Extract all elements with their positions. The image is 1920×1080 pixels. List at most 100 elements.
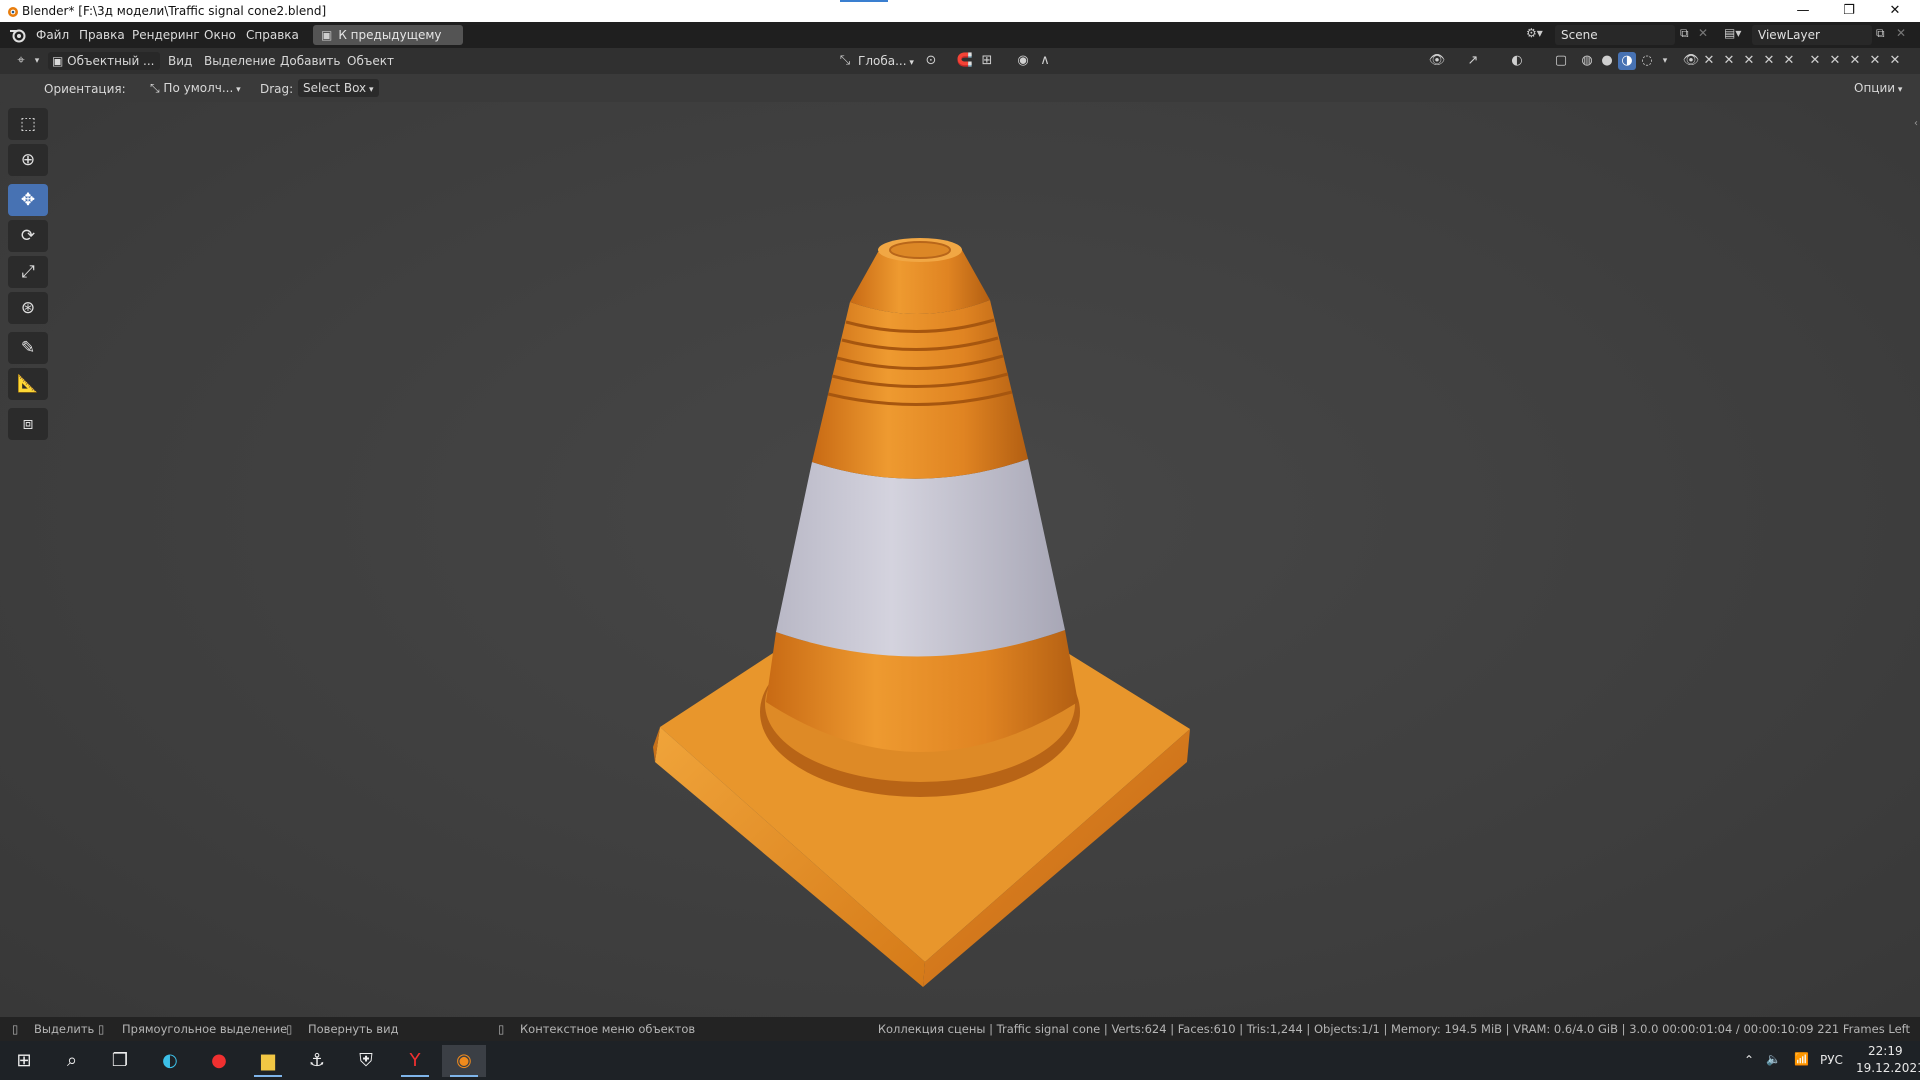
restrict-toggle-icon-10[interactable]: ✕ [1886, 52, 1904, 70]
folder-icon: ▆ [261, 1050, 275, 1071]
edge-taskbar-button[interactable]: ◐ [148, 1045, 192, 1077]
drag-mode-dropdown[interactable]: Select Box ▾ [298, 79, 379, 97]
tanks-taskbar-button[interactable]: ⛨ [344, 1045, 388, 1077]
tool-settings-header: Ориентация: ⤡ По умолч... ▾ Drag: Select… [0, 74, 1920, 102]
scene-selector-icon[interactable]: ⚙▾ [1526, 26, 1543, 40]
object-mode-icon: ▣ [52, 54, 64, 68]
move-icon: ✥ [20, 190, 36, 210]
measure-icon: 📐 [17, 374, 39, 394]
status-bar: ▯ Выделить ▯ Прямоугольное выделение ▯ П… [0, 1017, 1920, 1041]
blender-menu-icon[interactable] [9, 27, 27, 43]
start-button[interactable]: ⊞ [2, 1045, 46, 1077]
add-cube-tool[interactable]: ⧈ [8, 408, 48, 440]
restrict-toggle-icon-2[interactable]: ✕ [1720, 52, 1738, 70]
windows-logo-icon: ⊞ [16, 1050, 32, 1071]
3d-viewport[interactable]: ⬚ ⊕ ✥ ⟳ ⤢ ⊛ ✎ 📐 ⧈ ‹ [0, 102, 1920, 1017]
status-rotate-view: Повернуть вид [308, 1022, 399, 1036]
search-button[interactable]: ⌕ [50, 1045, 94, 1077]
minimize-button[interactable]: — [1780, 0, 1826, 22]
status-select: Выделить [34, 1022, 95, 1036]
mouse-right-icon: ▯ [498, 1022, 505, 1036]
viewlayer-selector-icon[interactable]: ▤▾ [1724, 26, 1741, 40]
close-button[interactable]: ✕ [1872, 0, 1918, 22]
move-tool[interactable]: ✥ [8, 184, 48, 216]
clock-time[interactable]: 22:19 [1868, 1044, 1903, 1058]
menu-select[interactable]: Выделение [204, 52, 275, 70]
wireframe-shading-icon[interactable]: ◍ [1578, 52, 1596, 70]
menu-view[interactable]: Вид [168, 52, 192, 70]
menu-add[interactable]: Добавить [280, 52, 340, 70]
snap-toggle-icon[interactable]: 🧲 [956, 52, 974, 70]
falloff-curve-icon[interactable]: ∧ [1036, 52, 1054, 70]
mode-dropdown[interactable]: ▣ Объектный ... ▾ [48, 52, 160, 88]
restrict-toggle-icon-5[interactable]: ✕ [1780, 52, 1798, 70]
restrict-toggle-icon-3[interactable]: ✕ [1740, 52, 1758, 70]
select-box-tool[interactable]: ⬚ [8, 108, 48, 140]
transform-orientation-dropdown[interactable]: Глоба... ▾ [858, 52, 914, 70]
delete-scene-icon[interactable]: ✕ [1698, 26, 1708, 40]
file-explorer-taskbar-button[interactable]: ▆ [246, 1045, 290, 1077]
scene-statistics: Коллекция сцены | Traffic signal cone | … [877, 1022, 1910, 1036]
restrict-toggle-icon-1[interactable]: ✕ [1700, 52, 1718, 70]
scene-name-field[interactable]: Scene [1555, 25, 1675, 45]
back-to-previous-button[interactable]: ▣К предыдущему виду [313, 25, 463, 62]
maximize-button[interactable]: ❐ [1826, 0, 1872, 22]
xray-toggle-icon[interactable]: ▢ [1552, 52, 1570, 70]
new-viewlayer-icon[interactable]: ⧉ [1876, 26, 1885, 41]
task-view-button[interactable]: ❐ [98, 1045, 142, 1077]
overlays-toggle-icon[interactable]: ◐ [1508, 52, 1526, 70]
sidebar-toggle-icon[interactable]: ‹ [1914, 118, 1918, 129]
mouse-drag-icon: ▯ [98, 1022, 105, 1036]
menu-object[interactable]: Объект [347, 52, 394, 70]
pivot-point-icon[interactable]: ⊙ [922, 52, 940, 70]
clock-date[interactable]: 19.12.2021 [1856, 1061, 1920, 1075]
edge-icon: ◐ [162, 1050, 178, 1071]
restrict-toggle-icon-7[interactable]: ✕ [1826, 52, 1844, 70]
cursor-tool[interactable]: ⊕ [8, 144, 48, 176]
restrict-toggle-icon-4[interactable]: ✕ [1760, 52, 1778, 70]
editor-type-chevron-icon[interactable]: ▾ [28, 52, 46, 70]
transform-icon: ⊛ [20, 298, 36, 318]
measure-tool[interactable]: 📐 [8, 368, 48, 400]
restrict-toggle-icon-6[interactable]: ✕ [1806, 52, 1824, 70]
visibility-selector-icon[interactable]: 👁 [1428, 52, 1446, 70]
delete-viewlayer-icon[interactable]: ✕ [1896, 26, 1906, 40]
new-scene-icon[interactable]: ⧉ [1680, 26, 1689, 41]
material-preview-shading-icon[interactable]: ◑ [1618, 52, 1636, 70]
orientation-dropdown[interactable]: ⤡ По умолч... ▾ [150, 79, 241, 97]
rotate-tool[interactable]: ⟳ [8, 220, 48, 252]
annotate-tool[interactable]: ✎ [8, 332, 48, 364]
menu-help[interactable]: Справка [246, 28, 299, 42]
warships-taskbar-button[interactable]: ⚓ [295, 1045, 339, 1077]
rotate-icon: ⟳ [20, 226, 36, 246]
language-indicator[interactable]: РУС [1820, 1053, 1843, 1067]
shading-options-chevron-icon[interactable]: ▾ [1656, 52, 1674, 70]
transform-tool[interactable]: ⊛ [8, 292, 48, 324]
blender-taskbar-button[interactable]: ◉ [442, 1045, 486, 1077]
show-hide-eye-icon[interactable]: 👁 [1682, 52, 1700, 70]
solid-shading-icon[interactable]: ● [1598, 52, 1616, 70]
task-view-icon: ❐ [111, 1050, 129, 1071]
mouse-left-icon: ▯ [12, 1022, 19, 1036]
options-dropdown[interactable]: Опции ▾ [1854, 79, 1902, 97]
menu-render[interactable]: Рендеринг [132, 28, 200, 42]
scale-tool[interactable]: ⤢ [8, 256, 48, 288]
scale-icon: ⤢ [21, 262, 35, 282]
windows-taskbar: ⊞ ⌕ ❐ ◐ ● ▆ ⚓ ⛨ Y ◉ ⌃ 🔈 📶 РУС 22:19 19.1… [0, 1041, 1920, 1080]
restrict-toggle-icon-8[interactable]: ✕ [1846, 52, 1864, 70]
gizmo-toggle-icon[interactable]: ↗ [1464, 52, 1482, 70]
tray-chevron-icon[interactable]: ⌃ [1744, 1053, 1754, 1067]
menu-edit[interactable]: Правка [79, 28, 125, 42]
restrict-toggle-icon-9[interactable]: ✕ [1866, 52, 1884, 70]
volume-icon[interactable]: 🔈 [1766, 1052, 1781, 1066]
rendered-shading-icon[interactable]: ◌ [1638, 52, 1656, 70]
snap-target-icon[interactable]: ⊞ [978, 52, 996, 70]
yandex-taskbar-button[interactable]: ● [197, 1045, 241, 1077]
top-menu-bar: Файл Правка Рендеринг Окно Справка ▣ К пр… [0, 22, 1920, 62]
menu-window[interactable]: Окно [204, 28, 236, 42]
viewlayer-name-field[interactable]: ViewLayer [1752, 25, 1872, 45]
proportional-edit-icon[interactable]: ◉ [1014, 52, 1032, 70]
yandex-browser-taskbar-button[interactable]: Y [393, 1045, 437, 1077]
menu-file[interactable]: Файл [36, 28, 69, 42]
network-icon[interactable]: 📶 [1794, 1052, 1809, 1066]
